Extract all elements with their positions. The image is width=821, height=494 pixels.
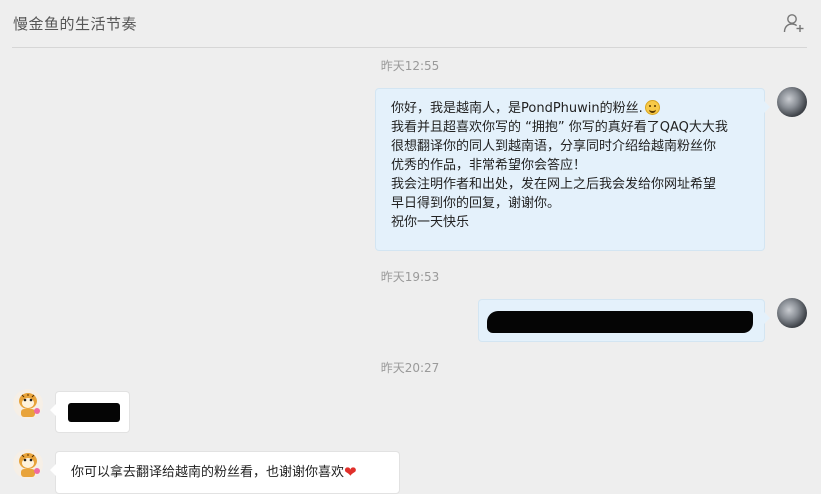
contact-avatar[interactable] (13, 389, 43, 419)
incoming-message[interactable]: 你可以拿去翻译给越南的粉丝看，也谢谢你喜欢❤ (50, 451, 400, 494)
self-avatar[interactable] (777, 87, 807, 117)
message-text: 你可以拿去翻译给越南的粉丝看，也谢谢你喜欢❤ (71, 463, 357, 481)
contact-avatar[interactable] (13, 449, 43, 479)
add-user-icon[interactable] (783, 13, 805, 33)
tiger-icon (13, 389, 43, 419)
outgoing-message[interactable]: 你好，我是越南人，是PondPhuwin的粉丝. 我看并且超喜欢你写的 “拥抱”… (375, 88, 770, 251)
incoming-message[interactable] (50, 391, 130, 433)
chat-header: 慢金鱼的生活节奏 (0, 0, 821, 48)
message-line: 我会注明作者和出处，发在网上之后我会发给你网址希望 (391, 177, 717, 192)
hug-emoji-icon (644, 100, 660, 115)
redacted-content (487, 311, 753, 333)
self-avatar[interactable] (777, 298, 807, 328)
chat-title: 慢金鱼的生活节奏 (13, 15, 138, 33)
redacted-content (68, 403, 120, 422)
message-timestamp: 昨天19:53 (380, 270, 440, 284)
message-line: 很想翻译你的同人到越南语，分享同时介绍给越南粉丝你 (391, 139, 717, 154)
message-line: 我看并且超喜欢你写的 “拥抱” 你写的真好看了QAQ大大我 (391, 120, 728, 135)
tiger-icon (13, 449, 43, 479)
message-line: 早日得到你的回复，谢谢你。 (391, 196, 561, 211)
header-divider (12, 47, 807, 48)
message-line: 你好，我是越南人，是PondPhuwin的粉丝. (391, 99, 750, 118)
message-line: 祝你一天快乐 (391, 215, 470, 230)
message-timestamp: 昨天20:27 (380, 361, 440, 375)
message-timestamp: 昨天12:55 (380, 59, 440, 73)
outgoing-message[interactable] (478, 299, 770, 342)
heart-emoji-icon: ❤ (344, 463, 357, 481)
message-line: 优秀的作品，非常希望你会答应！ (391, 158, 587, 173)
